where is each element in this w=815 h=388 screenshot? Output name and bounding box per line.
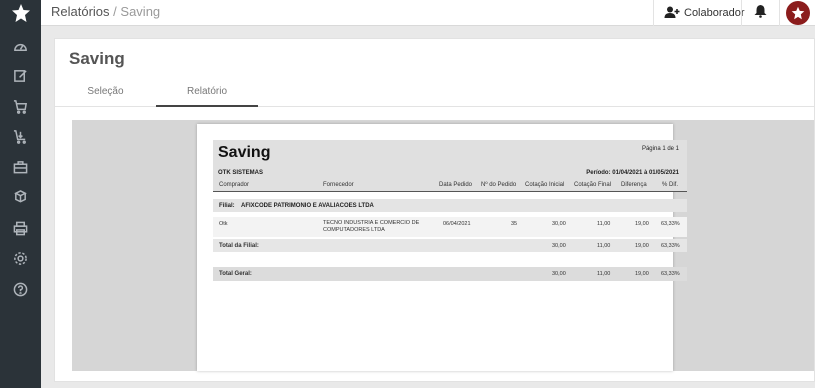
report-page-info: Página 1 de 1 — [641, 146, 679, 152]
branch-total-row: Total da Filial: 30,00 11,00 19,00 63,33… — [213, 239, 687, 252]
col-cotacao-inicial: Cotação Inicial — [525, 182, 565, 188]
topbar: Relatórios / Saving Colaborador — [41, 0, 815, 26]
breadcrumb-section[interactable]: Relatórios — [51, 4, 110, 19]
general-total-row: Total Geral: 30,00 11,00 19,00 63,33% — [213, 267, 687, 281]
breadcrumb-current: Saving — [120, 4, 161, 19]
branch-total-difference: 19,00 — [635, 243, 649, 249]
report-period: Período: 01/04/2021 à 01/05/2021 — [586, 170, 679, 176]
general-total-final: 11,00 — [597, 271, 611, 277]
branch-row: Filial: AFIXCODE PATRIMONIO E AVALIACOES… — [213, 199, 687, 212]
page-title: Saving — [69, 49, 125, 68]
report-viewer[interactable]: Saving Página 1 de 1 OTK SISTEMAS Períod… — [72, 120, 814, 371]
logo-icon[interactable] — [0, 0, 41, 26]
report-title: Saving — [218, 144, 271, 161]
breadcrumb-separator: / — [113, 4, 117, 19]
cart-icon[interactable] — [0, 95, 41, 117]
gear-icon[interactable] — [0, 247, 41, 269]
col-percent-dif: % Dif. — [662, 182, 679, 188]
tab-relatorio[interactable]: Relatório — [156, 84, 258, 107]
breadcrumb: Relatórios / Saving — [51, 4, 160, 19]
row-supplier: TECNO INDUSTRIA E COMERCIO DE COMPUTADOR… — [323, 220, 420, 233]
avatar — [785, 1, 810, 25]
branch-total-final: 11,00 — [597, 243, 611, 249]
col-diferenca: Diferença — [621, 182, 647, 188]
row-date: 06/04/2021 — [443, 221, 471, 227]
sidebar — [0, 0, 41, 388]
col-comprador: Comprador — [219, 182, 250, 188]
general-total-difference: 19,00 — [635, 271, 649, 277]
help-icon[interactable] — [0, 278, 41, 300]
tab-bar: Seleção Relatório — [55, 84, 814, 107]
general-total-initial: 30,00 — [552, 271, 566, 277]
printer-icon[interactable] — [0, 217, 41, 239]
col-cotacao-final: Cotação Final — [574, 182, 612, 188]
col-fornecedor: Fornecedor — [323, 182, 354, 188]
row-initial: 30,00 — [552, 221, 566, 227]
row-buyer: Otk — [219, 221, 228, 227]
report-header: Saving Página 1 de 1 OTK SISTEMAS Períod… — [213, 140, 687, 178]
main-card: Saving Seleção Relatório Saving Página 1… — [54, 38, 815, 382]
row-final: 11,00 — [597, 221, 611, 227]
dashboard-icon[interactable] — [0, 35, 41, 57]
cubes-icon[interactable] — [0, 186, 41, 208]
branch-label: Filial: — [219, 203, 235, 209]
bell-icon — [754, 4, 767, 23]
row-order: 35 — [511, 221, 518, 227]
report-page: Saving Página 1 de 1 OTK SISTEMAS Períod… — [197, 124, 687, 371]
collaborator-label: Colaborador — [684, 7, 745, 19]
general-total-percent: 63,33% — [661, 271, 680, 277]
col-data-pedido: Data Pedido — [439, 182, 473, 188]
report-company: OTK SISTEMAS — [218, 170, 264, 176]
briefcase-icon[interactable] — [0, 156, 41, 178]
report-column-headers: Comprador Fornecedor Data Pedido Nº do P… — [213, 178, 687, 192]
tab-selecao[interactable]: Seleção — [55, 84, 156, 107]
branch-total-initial: 30,00 — [552, 243, 566, 249]
cart-arrow-icon[interactable] — [0, 125, 41, 147]
branch-name: AFIXCODE PATRIMONIO E AVALIACOES LTDA — [241, 203, 374, 209]
col-numero-pedido: Nº do Pedido — [481, 182, 517, 188]
general-total-label: Total Geral: — [219, 271, 252, 277]
notifications-button[interactable] — [741, 0, 779, 26]
user-menu-button[interactable] — [779, 0, 815, 26]
add-user-icon — [664, 6, 680, 21]
branch-total-percent: 63,33% — [661, 243, 680, 249]
row-difference: 19,00 — [635, 221, 649, 227]
collaborator-button[interactable]: Colaborador — [653, 0, 745, 26]
table-row: Otk TECNO INDUSTRIA E COMERCIO DE COMPUT… — [213, 217, 687, 237]
edit-icon[interactable] — [0, 64, 41, 86]
branch-total-label: Total da Filial: — [219, 243, 259, 249]
row-percent: 63,33% — [661, 221, 680, 227]
